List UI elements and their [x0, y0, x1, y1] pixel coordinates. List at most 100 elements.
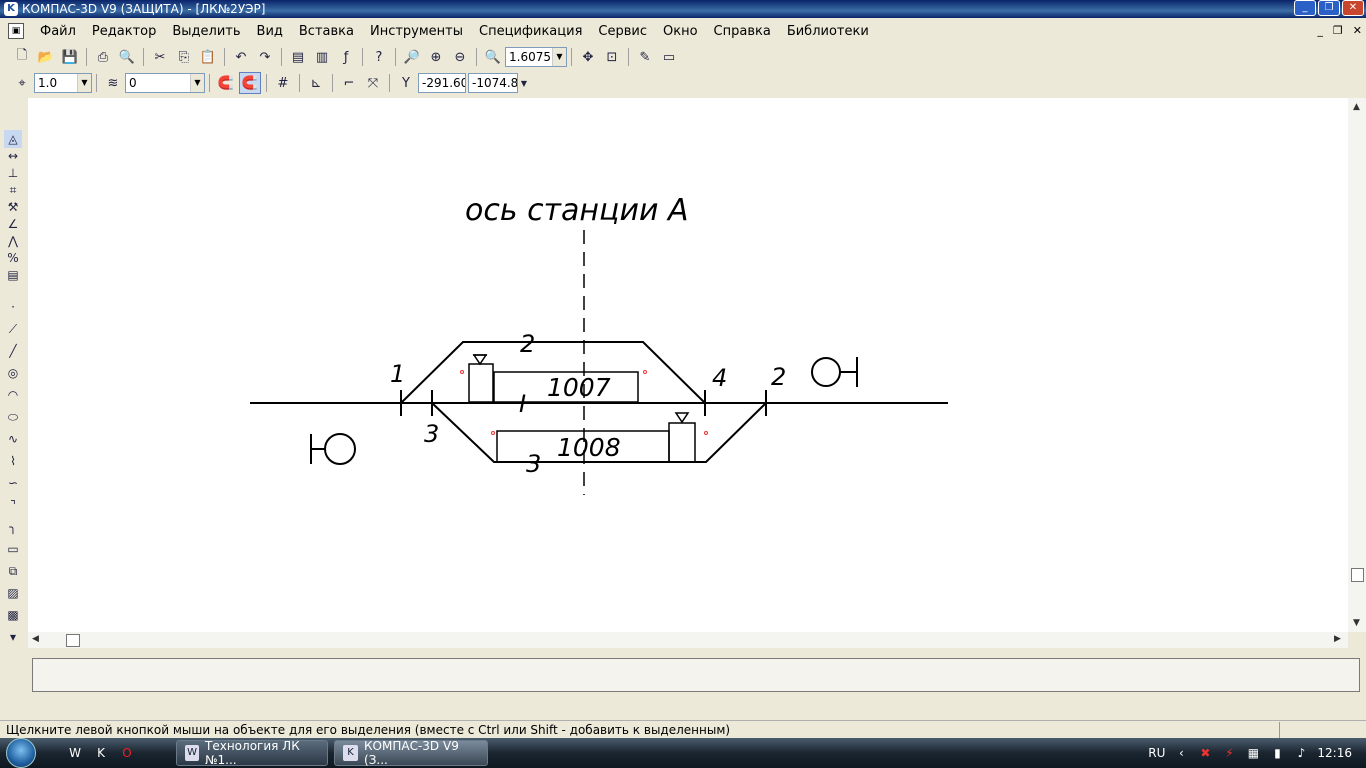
paste-icon[interactable]: 📋 — [197, 46, 219, 68]
auxiliary-line-icon[interactable]: ⟋ — [4, 320, 22, 338]
geometry-icon[interactable]: ◬ — [4, 130, 22, 148]
arc-icon[interactable]: ◠ — [4, 386, 22, 404]
menu-tools[interactable]: Инструменты — [362, 24, 471, 39]
doc-minimize-icon[interactable]: _ — [1317, 24, 1323, 37]
menu-libraries[interactable]: Библиотеки — [779, 24, 877, 39]
vertical-scrollbar[interactable]: ▲ ▼ — [1348, 98, 1366, 632]
minimize-button[interactable]: _ — [1294, 0, 1316, 16]
rectangle-icon[interactable]: ▭ — [4, 540, 22, 558]
parametrization-icon[interactable]: ⚒ — [4, 198, 22, 216]
menu-file[interactable]: Файл — [32, 24, 84, 39]
new-document-icon[interactable]: 🗋 — [11, 46, 33, 68]
measure-icon[interactable]: ∠ — [4, 215, 22, 233]
snap-magnet-icon[interactable]: 🧲 — [215, 72, 237, 94]
language-indicator[interactable]: RU — [1148, 746, 1165, 760]
scroll-down-icon[interactable]: ▼ — [1353, 618, 1360, 628]
layer-combo[interactable]: 0 ▼ — [125, 73, 205, 93]
coord-x-field[interactable]: -291.60 — [418, 73, 466, 93]
zoom-window-icon[interactable]: 🔎 — [401, 46, 423, 68]
clock[interactable]: 12:16 — [1317, 746, 1352, 760]
document-icon[interactable]: ▣ — [8, 23, 24, 39]
rebuild-icon[interactable]: ✎ — [634, 46, 656, 68]
close-button[interactable]: ✕ — [1342, 0, 1364, 16]
menu-insert[interactable]: Вставка — [291, 24, 362, 39]
chevron-down-icon[interactable]: ▼ — [552, 48, 566, 66]
library-icon[interactable]: ▥ — [311, 46, 333, 68]
copy-icon[interactable]: ⎘ — [173, 46, 195, 68]
drawing-canvas[interactable]: ось станции А 1 2 4 2 3 3 I 1007 1008 — [28, 98, 1348, 632]
battery-icon[interactable]: ▮ — [1269, 745, 1285, 761]
point-icon[interactable]: · — [4, 298, 22, 316]
restore-button[interactable]: ❐ — [1318, 0, 1340, 16]
scroll-left-icon[interactable]: ◀ — [32, 634, 39, 644]
zoom-combo[interactable]: 1.6075 ▼ — [505, 47, 567, 67]
ortho-mode-icon[interactable]: ⌐ — [338, 72, 360, 94]
designations-icon[interactable]: ⊥ — [4, 164, 22, 182]
local-cs-icon[interactable]: ⌖ — [11, 72, 33, 94]
flash-icon[interactable]: ⚡ — [1221, 745, 1237, 761]
horizontal-scroll-thumb[interactable] — [66, 634, 80, 647]
contour-icon[interactable]: ⧉ — [4, 562, 22, 580]
kompas-quicklaunch-icon[interactable]: K — [90, 742, 112, 764]
start-button[interactable] — [0, 738, 42, 768]
layers-icon[interactable]: ≋ — [102, 72, 124, 94]
chevron-down-icon[interactable]: ▼ — [519, 72, 529, 94]
save-icon[interactable]: 💾 — [59, 46, 81, 68]
dimensions-icon[interactable]: ↔ — [4, 147, 22, 165]
spec-icon[interactable]: % — [4, 249, 22, 267]
antivirus-icon[interactable]: ✖ — [1197, 745, 1213, 761]
pan-icon[interactable]: ✥ — [577, 46, 599, 68]
menu-editor[interactable]: Редактор — [84, 24, 164, 39]
zoom-in-icon[interactable]: ⊕ — [425, 46, 447, 68]
volume-icon[interactable]: ♪ — [1293, 745, 1309, 761]
cut-icon[interactable]: ✂ — [149, 46, 171, 68]
opera-quicklaunch-icon[interactable]: O — [116, 742, 138, 764]
scroll-up-icon[interactable]: ▲ — [1353, 102, 1360, 112]
chamfer-icon[interactable]: ⌝ — [4, 496, 22, 514]
segment-icon[interactable]: ╱ — [4, 342, 22, 360]
scale-combo[interactable]: 1.0 ▼ — [34, 73, 92, 93]
print-preview-icon[interactable]: 🔍 — [116, 46, 138, 68]
grid-icon[interactable]: # — [272, 72, 294, 94]
fill-icon[interactable]: ▩ — [4, 606, 22, 624]
menu-view[interactable]: Вид — [249, 24, 291, 39]
vertical-scroll-thumb[interactable] — [1351, 568, 1364, 582]
circle-icon[interactable]: ◎ — [4, 364, 22, 382]
menu-specification[interactable]: Спецификация — [471, 24, 590, 39]
zoom-out-icon[interactable]: ⊖ — [449, 46, 471, 68]
round-coordinates-icon[interactable]: ⤧ — [362, 72, 384, 94]
chevron-down-icon[interactable]: ▼ — [190, 74, 204, 92]
network-icon[interactable]: ▦ — [1245, 745, 1261, 761]
print-icon[interactable]: ⎙ — [92, 46, 114, 68]
variables-icon[interactable]: ƒ — [335, 46, 357, 68]
task-kompas[interactable]: K КОМПАС-3D V9 (З... — [334, 739, 488, 767]
display-settings-icon[interactable]: ▭ — [658, 46, 680, 68]
help-pointer-icon[interactable]: ? — [368, 46, 390, 68]
horizontal-scrollbar[interactable]: ◀ ▶ — [28, 632, 1348, 648]
undo-icon[interactable]: ↶ — [230, 46, 252, 68]
menu-window[interactable]: Окно — [655, 24, 706, 39]
doc-close-icon[interactable]: ✕ — [1353, 24, 1362, 37]
menu-select[interactable]: Выделить — [164, 24, 248, 39]
show-hidden-icon[interactable]: ‹ — [1173, 745, 1189, 761]
open-folder-icon[interactable]: 📂 — [35, 46, 57, 68]
editing-icon[interactable]: ⌗ — [4, 181, 22, 199]
more-icon[interactable]: ▾ — [4, 628, 22, 646]
ellipse-icon[interactable]: ⬭ — [4, 408, 22, 426]
scroll-right-icon[interactable]: ▶ — [1334, 634, 1341, 644]
reports-icon[interactable]: ▤ — [4, 266, 22, 284]
fillet-icon[interactable]: ╮ — [4, 518, 22, 536]
orthogonal-icon[interactable]: ⊾ — [305, 72, 327, 94]
menu-service[interactable]: Сервис — [590, 24, 655, 39]
doc-restore-icon[interactable]: ❐ — [1333, 24, 1343, 37]
word-quicklaunch-icon[interactable]: W — [64, 742, 86, 764]
redo-icon[interactable]: ↷ — [254, 46, 276, 68]
show-all-icon[interactable]: ⊡ — [601, 46, 623, 68]
menu-help[interactable]: Справка — [706, 24, 779, 39]
spline-icon[interactable]: ∿ — [4, 430, 22, 448]
polyline-icon[interactable]: ⌇ — [4, 452, 22, 470]
coord-y-field[interactable]: -1074.8 — [468, 73, 518, 93]
manager-icon[interactable]: ▤ — [287, 46, 309, 68]
chevron-down-icon[interactable]: ▼ — [77, 74, 91, 92]
task-word[interactable]: W Технология ЛК №1... — [176, 739, 328, 767]
